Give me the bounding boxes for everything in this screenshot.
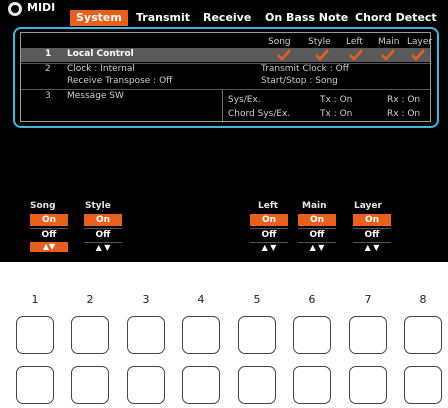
upper-button-2[interactable] [71, 316, 109, 354]
style-control[interactable]: On Off ▲ ▼ [84, 214, 122, 252]
col-header-style: Style [308, 37, 331, 47]
control-label-left: Left [258, 201, 279, 211]
button-number-3: 3 [142, 293, 150, 306]
lower-button-6[interactable] [293, 366, 331, 404]
sysex-rx[interactable]: Rx : On [387, 95, 420, 105]
style-up-down-arrows[interactable]: ▲ ▼ [84, 242, 122, 252]
button-number-4: 4 [197, 293, 205, 306]
upper-button-6[interactable] [293, 316, 331, 354]
lower-button-5[interactable] [238, 366, 276, 404]
lcd-screen: MIDI System Transmit Receive On Bass Not… [0, 0, 448, 262]
upper-button-3[interactable] [127, 316, 165, 354]
upper-button-5[interactable] [238, 316, 276, 354]
left-control[interactable]: On Off ▲ ▼ [250, 214, 288, 252]
main-on-button[interactable]: On [298, 214, 336, 226]
layer-off-button[interactable]: Off [353, 228, 391, 240]
sysex-tx[interactable]: Tx : On [320, 95, 352, 105]
song-off-button[interactable]: Off [30, 228, 68, 240]
transmit-clock-setting[interactable]: Transmit Clock : Off [261, 64, 349, 74]
col-header-left: Left [346, 37, 363, 47]
tab-receive[interactable]: Receive [203, 10, 251, 26]
upper-button-1[interactable] [16, 316, 54, 354]
control-label-main: Main [302, 201, 327, 211]
receive-transpose-setting[interactable]: Receive Transpose : Off [67, 76, 172, 86]
left-off-button[interactable]: Off [250, 228, 288, 240]
song-on-button[interactable]: On [30, 214, 68, 226]
left-up-down-arrows[interactable]: ▲ ▼ [250, 242, 288, 252]
chord-sysex-rx[interactable]: Rx : On [387, 109, 420, 119]
title-bar: MIDI System Transmit Receive On Bass Not… [0, 0, 448, 26]
lower-button-3[interactable] [127, 366, 165, 404]
style-off-button[interactable]: Off [84, 228, 122, 240]
check-style-icon[interactable] [315, 49, 329, 61]
message-sw-label[interactable]: Message SW [67, 91, 124, 101]
lower-button-1[interactable] [16, 366, 54, 404]
main-off-button[interactable]: Off [298, 228, 336, 240]
chord-sysex-tx[interactable]: Tx : On [320, 109, 352, 119]
divider [21, 89, 430, 90]
tab-chord-detect[interactable]: Chord Detect [355, 10, 437, 26]
layer-on-button[interactable]: On [353, 214, 391, 226]
check-left-icon[interactable] [349, 49, 363, 61]
lower-button-2[interactable] [71, 366, 109, 404]
tab-on-bass-note[interactable]: On Bass Note [265, 10, 348, 26]
lower-button-8[interactable] [404, 366, 442, 404]
sysex-label: Sys/Ex. [228, 95, 261, 105]
button-number-7: 7 [364, 293, 372, 306]
chord-sysex-label: Chord Sys/Ex. [228, 109, 291, 119]
midi-circle-icon [8, 2, 22, 16]
control-label-style: Style [85, 201, 111, 211]
row-number: 3 [45, 91, 51, 101]
lower-button-4[interactable] [182, 366, 220, 404]
divider [222, 90, 223, 121]
clock-setting[interactable]: Clock : Internal [67, 64, 135, 74]
layer-up-down-arrows[interactable]: ▲ ▼ [353, 242, 391, 252]
layer-control[interactable]: On Off ▲ ▼ [353, 214, 391, 252]
check-song-icon[interactable] [277, 49, 291, 61]
control-label-song: Song [30, 201, 56, 211]
song-control[interactable]: On Off ▲▼ [30, 214, 68, 252]
col-header-song: Song [268, 37, 291, 47]
button-number-1: 1 [31, 293, 39, 306]
app-title: MIDI [27, 1, 56, 14]
tab-transmit[interactable]: Transmit [136, 10, 190, 26]
upper-button-7[interactable] [349, 316, 387, 354]
check-layer-icon[interactable] [411, 49, 425, 61]
local-control-label[interactable]: Local Control [67, 49, 134, 59]
song-up-down-arrows[interactable]: ▲▼ [30, 242, 68, 252]
row-number: 1 [45, 49, 52, 59]
upper-button-4[interactable] [182, 316, 220, 354]
lower-button-7[interactable] [349, 366, 387, 404]
button-number-6: 6 [308, 293, 316, 306]
style-on-button[interactable]: On [84, 214, 122, 226]
col-header-layer: Layer [407, 37, 433, 47]
start-stop-setting[interactable]: Start/Stop : Song [261, 76, 338, 86]
main-up-down-arrows[interactable]: ▲ ▼ [298, 242, 336, 252]
main-control[interactable]: On Off ▲ ▼ [298, 214, 336, 252]
col-header-main: Main [378, 37, 400, 47]
tab-system[interactable]: System [70, 10, 128, 26]
left-on-button[interactable]: On [250, 214, 288, 226]
button-number-5: 5 [253, 293, 261, 306]
button-number-8: 8 [419, 293, 427, 306]
button-number-2: 2 [86, 293, 94, 306]
upper-button-8[interactable] [404, 316, 442, 354]
row-number: 2 [45, 64, 51, 74]
check-main-icon[interactable] [381, 49, 395, 61]
control-label-layer: Layer [354, 201, 382, 211]
